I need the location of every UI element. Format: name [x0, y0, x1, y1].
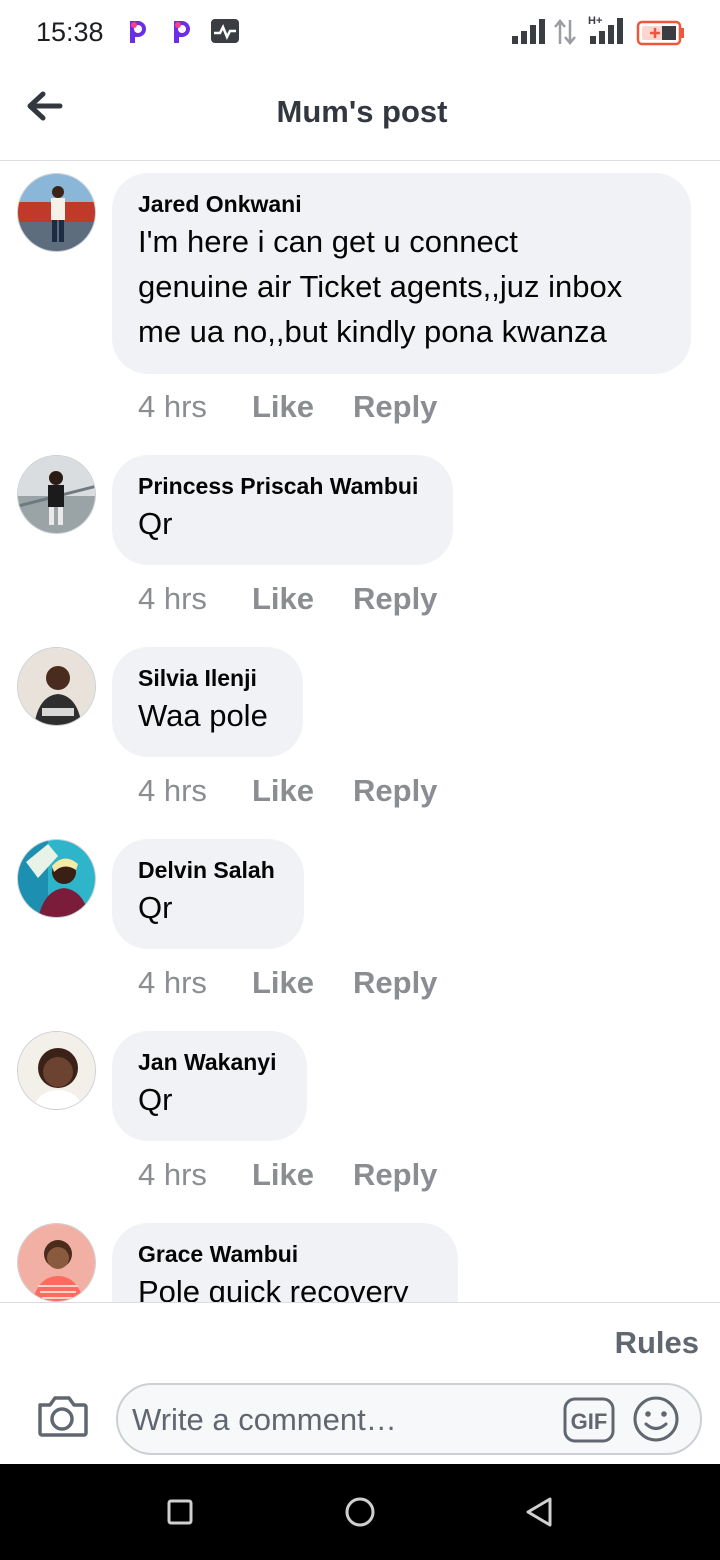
comments-list[interactable]: Jared Onkwani I'm here i can get u conne… — [0, 161, 720, 1302]
comment-text-line: Qr — [138, 506, 173, 541]
comment-timestamp[interactable]: 4 hrs — [138, 389, 252, 425]
comment-author[interactable]: Jared Onkwani — [138, 189, 665, 219]
comment-actions: 4 hrs Like Reply — [138, 965, 437, 1001]
comment-author[interactable]: Grace Wambui — [138, 1239, 432, 1269]
comment-timestamp[interactable]: 4 hrs — [138, 773, 252, 809]
camera-icon — [36, 1396, 88, 1443]
recent-apps-button[interactable] — [160, 1492, 200, 1532]
gif-label: GIF — [571, 1409, 608, 1434]
status-time: 15:38 — [36, 17, 104, 47]
comment-bubble[interactable]: Princess Priscah Wambui Qr — [112, 455, 453, 565]
emoji-button[interactable] — [632, 1395, 680, 1443]
comment-text-line: Qr — [138, 1082, 173, 1117]
rules-link[interactable]: Rules — [615, 1325, 699, 1361]
comment-text-line: Waa pole — [138, 698, 268, 733]
app-header: Mum's post — [0, 64, 720, 161]
avatar[interactable] — [17, 1223, 96, 1302]
camera-button[interactable] — [36, 1393, 88, 1439]
android-nav-bar — [0, 1464, 720, 1560]
battery-charging-icon — [636, 20, 686, 51]
like-button[interactable]: Like — [252, 965, 353, 1001]
signal-icon — [510, 18, 546, 51]
comment-text-line: genuine air Ticket agents,,juz inbox — [138, 269, 623, 304]
activity-monitor-icon — [210, 18, 240, 49]
status-bar: 15:38 H+ — [0, 0, 720, 64]
comment-bubble[interactable]: Jared Onkwani I'm here i can get u conne… — [112, 173, 691, 374]
avatar[interactable] — [17, 839, 96, 918]
like-button[interactable]: Like — [252, 581, 353, 617]
comment-timestamp[interactable]: 4 hrs — [138, 581, 252, 617]
comment-input-box[interactable]: GIF — [116, 1383, 702, 1455]
emoji-icon — [632, 1396, 680, 1447]
comment-actions: 4 hrs Like Reply — [138, 773, 437, 809]
page-title: Mum's post — [276, 94, 448, 129]
comment-bubble[interactable]: Silvia Ilenji Waa pole — [112, 647, 303, 757]
comment-text-line: Qr — [138, 890, 173, 925]
comment-text-line: me ua no,,but kindly pona kwanza — [138, 314, 607, 349]
comment-author[interactable]: Silvia Ilenji — [138, 663, 277, 693]
svg-text:H+: H+ — [588, 15, 602, 27]
comment-text-line: I'm here i can get u connect — [138, 224, 518, 259]
system-back-button[interactable] — [520, 1492, 560, 1532]
avatar[interactable] — [17, 173, 96, 252]
reply-button[interactable]: Reply — [353, 773, 437, 809]
comment-actions: 4 hrs Like Reply — [138, 581, 437, 617]
gif-button[interactable]: GIF — [563, 1397, 615, 1443]
home-icon — [340, 1497, 380, 1536]
comment-timestamp[interactable]: 4 hrs — [138, 965, 252, 1001]
pocket-app-icon — [126, 18, 150, 51]
back-triangle-icon — [520, 1497, 560, 1536]
home-button[interactable] — [340, 1492, 380, 1532]
comment-text-line: Pole quick recovery — [138, 1274, 409, 1302]
hplus-signal-icon: H+ — [588, 14, 626, 51]
avatar[interactable] — [17, 455, 96, 534]
comment-actions: 4 hrs Like Reply — [138, 1157, 437, 1193]
comment-author[interactable]: Jan Wakanyi — [138, 1047, 281, 1077]
avatar[interactable] — [17, 647, 96, 726]
comment-author[interactable]: Delvin Salah — [138, 855, 278, 885]
data-transfer-icon — [552, 18, 578, 51]
comment-bubble[interactable]: Jan Wakanyi Qr — [112, 1031, 307, 1141]
like-button[interactable]: Like — [252, 1157, 353, 1193]
comment-actions: 4 hrs Like Reply — [138, 389, 437, 425]
avatar[interactable] — [17, 1031, 96, 1110]
comment-composer: Rules GIF — [0, 1302, 720, 1464]
like-button[interactable]: Like — [252, 773, 353, 809]
pocket-app-icon — [170, 18, 194, 51]
like-button[interactable]: Like — [252, 389, 353, 425]
recent-apps-icon — [160, 1499, 200, 1536]
reply-button[interactable]: Reply — [353, 581, 437, 617]
gif-icon: GIF — [563, 1397, 615, 1447]
comment-bubble[interactable]: Delvin Salah Qr — [112, 839, 304, 949]
reply-button[interactable]: Reply — [353, 1157, 437, 1193]
reply-button[interactable]: Reply — [353, 965, 437, 1001]
comment-input[interactable] — [132, 1397, 552, 1443]
reply-button[interactable]: Reply — [353, 389, 437, 425]
comment-bubble[interactable]: Grace Wambui Pole quick recovery — [112, 1223, 458, 1302]
comment-author[interactable]: Princess Priscah Wambui — [138, 471, 427, 501]
comment-timestamp[interactable]: 4 hrs — [138, 1157, 252, 1193]
